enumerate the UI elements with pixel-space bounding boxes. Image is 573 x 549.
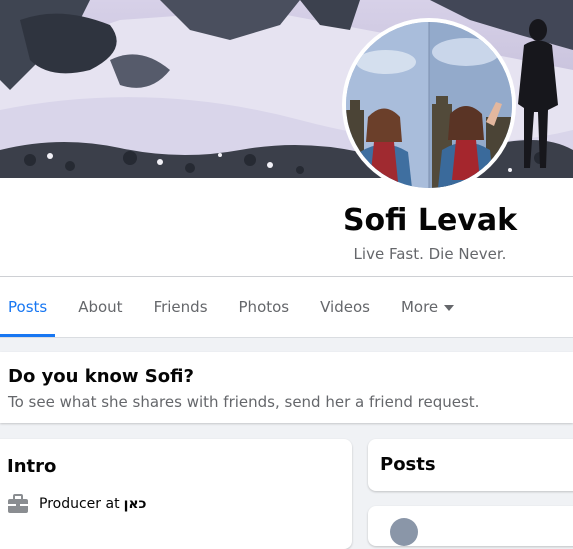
tab-posts-label: Posts bbox=[8, 298, 48, 316]
post-preview-card bbox=[368, 506, 573, 546]
tab-more[interactable]: More bbox=[393, 277, 462, 337]
tab-friends-label: Friends bbox=[153, 298, 208, 316]
tab-videos[interactable]: Videos bbox=[312, 277, 378, 337]
tab-about-label: About bbox=[78, 298, 123, 316]
intro-card: Intro Producer at כאן bbox=[0, 439, 352, 549]
avatar[interactable] bbox=[390, 518, 418, 546]
tab-more-label: More bbox=[400, 298, 439, 316]
intro-work-text: Producer at bbox=[39, 496, 120, 512]
profile-picture[interactable] bbox=[342, 18, 516, 192]
tab-videos-label: Videos bbox=[320, 298, 370, 316]
profile-bio: Live Fast. Die Never. bbox=[353, 245, 507, 263]
posts-title: Posts bbox=[380, 454, 436, 475]
tab-about[interactable]: About bbox=[70, 277, 130, 337]
intro-workplace-link[interactable]: כאן bbox=[124, 496, 147, 512]
friend-suggestion-subtitle: To see what she shares with friends, sen… bbox=[8, 393, 480, 411]
caret-down-icon bbox=[444, 305, 455, 311]
intro-work-item: Producer at כאן bbox=[7, 494, 147, 514]
tabs-divider bbox=[0, 337, 573, 338]
tab-posts[interactable]: Posts bbox=[0, 277, 56, 337]
friend-suggestion-title: Do you know Sofi? bbox=[8, 366, 194, 387]
friend-suggestion-card: Do you know Sofi? To see what she shares… bbox=[0, 352, 573, 423]
tab-photos-label: Photos bbox=[238, 298, 290, 316]
briefcase-icon bbox=[8, 494, 28, 513]
tab-friends[interactable]: Friends bbox=[146, 277, 216, 337]
tab-photos[interactable]: Photos bbox=[231, 277, 298, 337]
intro-title: Intro bbox=[7, 456, 57, 477]
profile-tabs: Posts About Friends Photos Videos More bbox=[0, 277, 573, 337]
profile-name: Sofi Levak bbox=[342, 203, 518, 238]
posts-card: Posts bbox=[368, 439, 573, 491]
